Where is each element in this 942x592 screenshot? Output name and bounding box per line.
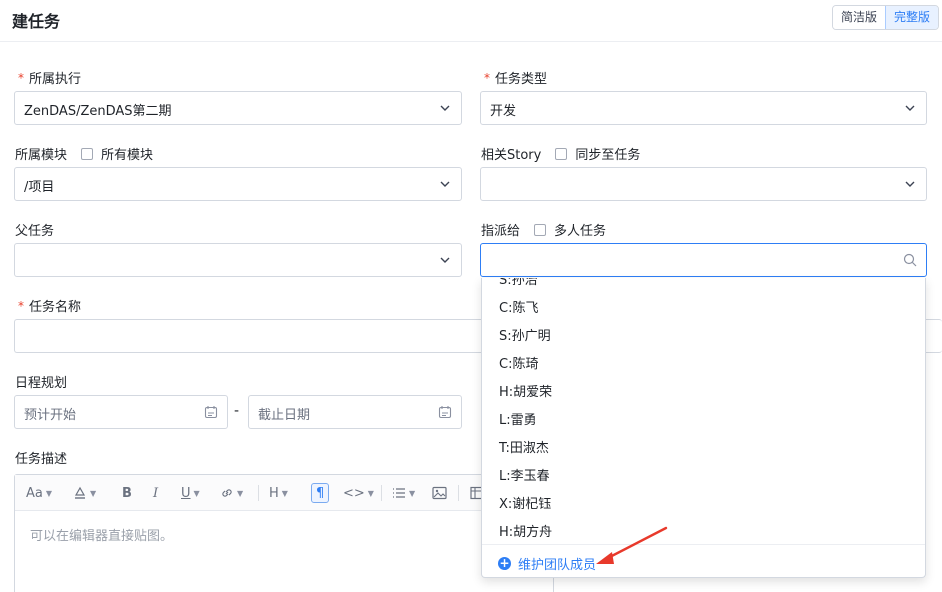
caret-down-icon: ▼	[367, 488, 374, 498]
parent-task-select[interactable]	[14, 243, 462, 277]
link-button[interactable]: ▼	[220, 483, 243, 503]
list-icon	[393, 488, 405, 498]
mode-toggle: 简洁版 完整版	[832, 5, 940, 30]
assign-option[interactable]: L:李玉春	[499, 465, 550, 484]
assign-option[interactable]: H:胡方舟	[499, 521, 552, 540]
caret-down-icon: ▼	[193, 488, 200, 498]
assign-option[interactable]: C:陈琦	[499, 353, 538, 372]
end-date-input[interactable]: 截止日期	[248, 395, 462, 429]
italic-button[interactable]: I	[153, 483, 158, 503]
calendar-icon	[438, 406, 452, 419]
full-mode-button[interactable]: 完整版	[885, 6, 939, 29]
search-icon	[903, 253, 917, 267]
code-button[interactable]: <> ▼	[343, 483, 374, 503]
task-type-select[interactable]: 开发	[480, 91, 927, 125]
story-label: 相关Story 同步至任务	[481, 144, 640, 163]
sync-to-task-checkbox-label: 同步至任务	[575, 148, 641, 163]
multi-person-task-checkbox[interactable]	[534, 223, 547, 236]
heading-button[interactable]: H ▼	[269, 483, 288, 503]
parent-task-label: 父任务	[15, 224, 55, 239]
story-select[interactable]	[480, 167, 927, 201]
caret-down-icon: ▼	[237, 488, 244, 498]
caret-down-icon: ▼	[281, 488, 288, 498]
image-icon	[432, 486, 447, 500]
font-size-button[interactable]: Aa ▼	[26, 483, 52, 503]
list-button[interactable]: ▼	[392, 483, 415, 503]
sync-to-task-checkbox[interactable]	[555, 147, 568, 160]
page-header: 建任务 简洁版 完整版	[0, 0, 942, 42]
module-select[interactable]: /项目	[14, 167, 462, 201]
chevron-down-icon	[440, 181, 450, 187]
task-type-value: 开发	[490, 104, 517, 119]
description-label: 任务描述	[15, 452, 68, 467]
chevron-down-icon	[440, 257, 450, 263]
required-mark: *	[18, 298, 24, 313]
link-icon	[222, 489, 232, 497]
maintain-team-members-link[interactable]: + 维护团队成员	[498, 554, 596, 573]
dropdown-footer: + 维护团队成员	[482, 544, 925, 577]
required-mark: *	[18, 70, 24, 85]
assign-option[interactable]: L:雷勇	[499, 409, 537, 428]
date-range-separator: -	[234, 403, 240, 419]
end-date-placeholder: 截止日期	[258, 408, 311, 423]
assign-search-input[interactable]	[480, 243, 927, 277]
task-type-label: * 任务类型	[484, 70, 548, 88]
assign-option[interactable]: H:胡爱荣	[499, 381, 552, 400]
caret-down-icon: ▼	[409, 488, 416, 498]
image-button[interactable]	[432, 483, 447, 503]
module-value: /项目	[24, 180, 55, 195]
chevron-down-icon	[905, 181, 915, 187]
caret-down-icon: ▼	[45, 488, 53, 498]
module-label: 所属模块 所有模块	[15, 144, 153, 163]
bold-button[interactable]: B	[122, 483, 132, 503]
description-editor[interactable]: Aa ▼ ▼ B I U ▼ ▼ H ▼ ¶ <> ▼ ▼ 可以在编辑器直接贴图。	[14, 474, 554, 592]
toolbar-divider	[381, 485, 382, 501]
execution-select[interactable]: ZenDAS/ZenDAS第二期	[14, 91, 462, 125]
assign-option[interactable]: C:陈飞	[499, 297, 538, 316]
caret-down-icon: ▼	[90, 488, 97, 498]
paragraph-button[interactable]: ¶	[311, 483, 330, 503]
plus-circle-icon: +	[498, 556, 511, 570]
assign-label: 指派给 多人任务	[481, 220, 606, 239]
assign-dropdown: S:孙治 C:陈飞 S:孙广明 C:陈琦 H:胡爱荣 L:雷勇 T:田淑杰 L:…	[481, 278, 926, 578]
assign-option[interactable]: S:孙广明	[499, 325, 551, 344]
schedule-label: 日程规划	[15, 376, 68, 391]
execution-value: ZenDAS/ZenDAS第二期	[24, 104, 172, 119]
annotation-arrow-icon	[596, 526, 668, 564]
toolbar-divider	[258, 485, 259, 501]
editor-toolbar: Aa ▼ ▼ B I U ▼ ▼ H ▼ ¶ <> ▼ ▼	[15, 475, 553, 511]
simple-mode-button[interactable]: 简洁版	[833, 6, 886, 29]
start-date-placeholder: 预计开始	[24, 408, 77, 423]
required-mark: *	[484, 70, 490, 85]
assign-option[interactable]: T:田淑杰	[499, 437, 549, 456]
task-name-label: * 任务名称	[18, 298, 82, 316]
paint-bucket-icon	[74, 486, 86, 499]
toolbar-divider	[458, 485, 459, 501]
chevron-down-icon	[440, 105, 450, 111]
all-modules-checkbox[interactable]	[81, 147, 94, 160]
text-color-button[interactable]: ▼	[73, 483, 96, 503]
execution-label: * 所属执行	[18, 70, 82, 88]
assign-option[interactable]: S:孙治	[499, 278, 538, 288]
calendar-icon	[204, 406, 218, 419]
underline-button[interactable]: U ▼	[181, 483, 200, 503]
start-date-input[interactable]: 预计开始	[14, 395, 228, 429]
chevron-down-icon	[905, 105, 915, 111]
multi-person-task-checkbox-label: 多人任务	[554, 224, 607, 239]
assign-option[interactable]: X:谢杞钰	[499, 493, 551, 512]
all-modules-checkbox-label: 所有模块	[101, 148, 154, 163]
editor-placeholder: 可以在编辑器直接贴图。	[30, 529, 174, 544]
page-title: 建任务	[12, 12, 61, 31]
